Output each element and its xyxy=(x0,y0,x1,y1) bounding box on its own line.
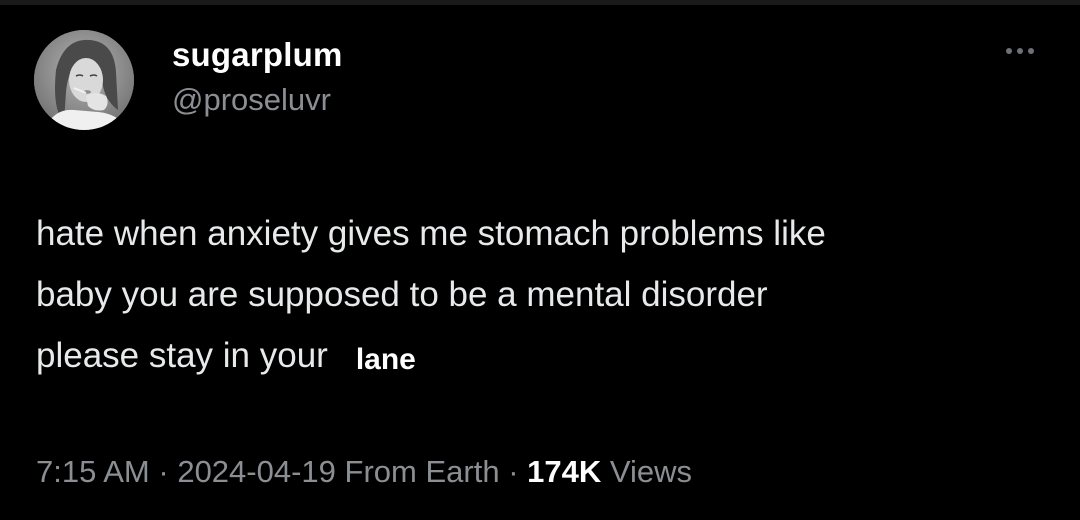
avatar[interactable] xyxy=(34,30,134,130)
more-horizontal-icon xyxy=(1028,48,1034,54)
tweet-text-line: hate when anxiety gives me stomach probl… xyxy=(36,214,826,253)
tweet-location: From Earth xyxy=(344,454,500,489)
more-options-button[interactable] xyxy=(996,38,1044,64)
more-horizontal-icon xyxy=(1006,48,1012,54)
tweet-text: hate when anxiety gives me stomach probl… xyxy=(36,203,1056,388)
separator: · xyxy=(158,454,169,489)
tweet-text-line: please stay in your xyxy=(36,336,328,375)
separator: · xyxy=(508,454,519,489)
display-name[interactable]: sugarplum xyxy=(172,36,343,74)
more-horizontal-icon xyxy=(1017,48,1023,54)
tweet-date[interactable]: 2024-04-19 xyxy=(177,454,336,489)
profile-photo-icon xyxy=(34,30,134,130)
tweet-text-line-last: please stay in your lane xyxy=(36,325,1056,388)
tweet-time[interactable]: 7:15 AM xyxy=(36,454,150,489)
views-label: Views xyxy=(609,454,693,489)
tweet-text-line: baby you are supposed to be a mental dis… xyxy=(36,275,768,314)
user-handle[interactable]: @proseluvr xyxy=(172,82,331,118)
views-count[interactable]: 174K xyxy=(527,454,601,489)
top-divider xyxy=(0,0,1080,5)
overlay-word: lane xyxy=(355,343,416,376)
tweet-metadata: 7:15 AM · 2024-04-19 From Earth · 174K V… xyxy=(36,454,692,490)
